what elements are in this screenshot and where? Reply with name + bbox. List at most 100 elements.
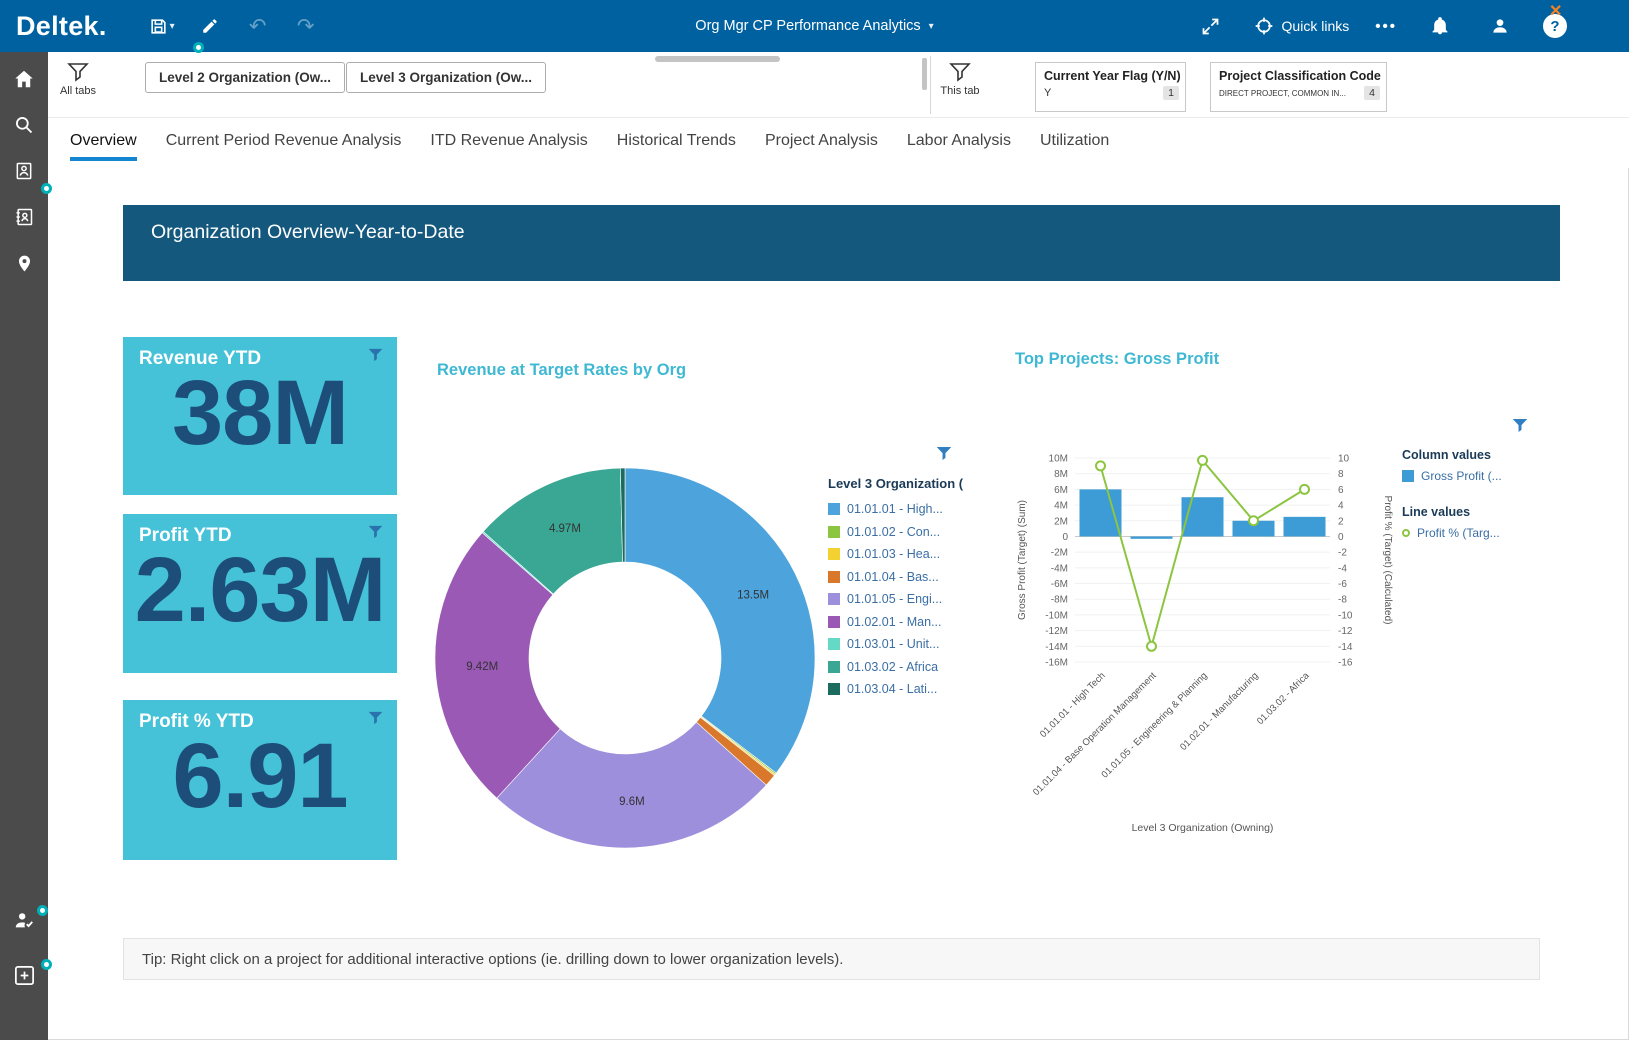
tab-historical-trends[interactable]: Historical Trends xyxy=(617,132,736,166)
y-left-tick: 0 xyxy=(1062,532,1068,543)
bar[interactable] xyxy=(1284,517,1326,537)
legend-item[interactable]: 01.01.03 - Hea... xyxy=(828,543,978,566)
redo-button[interactable]: ↷ xyxy=(289,8,323,44)
y-left-axis-title: Gross Profit (Target) (Sum) xyxy=(1017,500,1028,620)
tab-itd-revenue[interactable]: ITD Revenue Analysis xyxy=(430,132,587,166)
donut-segment[interactable] xyxy=(625,468,815,773)
y-left-tick: 6M xyxy=(1054,485,1068,496)
legend-swatch xyxy=(828,683,840,695)
y-right-tick: -8 xyxy=(1338,595,1347,606)
legend-label: 01.03.04 - Lati... xyxy=(847,682,937,696)
hint-dot[interactable] xyxy=(41,959,52,970)
filter-funnel-icon[interactable] xyxy=(368,348,383,362)
close-icon[interactable]: ✕ xyxy=(1549,1,1562,21)
kpi-profit-pct-ytd[interactable]: Profit % YTD 6.91 xyxy=(123,700,397,860)
kpi-value: 2.63M xyxy=(123,543,397,639)
undo-button[interactable]: ↶ xyxy=(241,8,275,44)
kpi-profit-ytd[interactable]: Profit YTD 2.63M xyxy=(123,514,397,673)
y-right-tick: -14 xyxy=(1338,642,1353,653)
legend-item[interactable]: 01.01.05 - Engi... xyxy=(828,588,978,611)
pencil-icon xyxy=(201,17,219,35)
y-right-tick: -12 xyxy=(1338,626,1353,637)
line-marker[interactable] xyxy=(1300,485,1309,494)
filter-project-classification[interactable]: Project Classification Code DIRECT PROJE… xyxy=(1210,62,1387,112)
hint-dot[interactable] xyxy=(37,905,48,916)
y-right-tick: 8 xyxy=(1338,469,1344,480)
line-marker[interactable] xyxy=(1249,516,1258,525)
legend-swatch xyxy=(828,503,840,515)
this-tab-filter[interactable]: This tab xyxy=(934,62,986,97)
tab-labor-analysis[interactable]: Labor Analysis xyxy=(907,132,1011,166)
filter-chip-level3-org[interactable]: Level 3 Organization (Ow... xyxy=(346,62,546,93)
legend-item-profit-pct[interactable]: Profit % (Targ... xyxy=(1402,526,1542,540)
expand-button[interactable] xyxy=(1194,8,1228,44)
filter-bar: All tabs Level 2 Organization (Ow... Lev… xyxy=(48,52,1629,118)
dashboard-title-menu[interactable]: Org Mgr CP Performance Analytics ▾ xyxy=(695,18,933,34)
tab-current-period-revenue[interactable]: Current Period Revenue Analysis xyxy=(166,132,402,166)
search-icon[interactable] xyxy=(0,102,48,148)
y-right-tick: 10 xyxy=(1338,454,1350,465)
line-marker[interactable] xyxy=(1198,456,1207,465)
section-banner: Organization Overview-Year-to-Date xyxy=(123,205,1560,281)
filter-funnel-icon[interactable] xyxy=(368,525,383,539)
bar[interactable] xyxy=(1080,489,1122,536)
y-left-tick: -2M xyxy=(1051,548,1068,559)
filter-current-year-flag[interactable]: Current Year Flag (Y/N) Y 1 xyxy=(1035,62,1186,112)
contacts-icon[interactable] xyxy=(0,194,48,240)
legend-item[interactable]: 01.02.01 - Man... xyxy=(828,611,978,634)
notifications-button[interactable] xyxy=(1423,8,1457,44)
more-options-button[interactable]: ••• xyxy=(1375,18,1397,35)
divider xyxy=(930,56,931,114)
funnel-icon xyxy=(949,62,971,82)
vertical-scrollbar[interactable] xyxy=(922,58,927,90)
combo-chart-title: Top Projects: Gross Profit xyxy=(1015,350,1219,369)
donut-chart[interactable]: 13.5M9.6M9.42M4.97M xyxy=(433,466,817,850)
hint-dot[interactable] xyxy=(193,42,204,53)
legend-label: 01.01.02 - Con... xyxy=(847,525,940,539)
legend-swatch xyxy=(828,571,840,583)
home-icon[interactable] xyxy=(0,56,48,102)
filter-chip-level2-org[interactable]: Level 2 Organization (Ow... xyxy=(145,62,345,93)
chevron-down-icon: ▾ xyxy=(170,21,175,32)
tab-project-analysis[interactable]: Project Analysis xyxy=(765,132,878,166)
hint-dot[interactable] xyxy=(41,183,52,194)
filter-funnel-icon[interactable] xyxy=(936,446,952,461)
filter-funnel-icon[interactable] xyxy=(1512,418,1528,433)
kpi-revenue-ytd[interactable]: Revenue YTD 38M xyxy=(123,337,397,495)
y-left-tick: 8M xyxy=(1054,469,1068,480)
legend-item[interactable]: 01.01.01 - High... xyxy=(828,498,978,521)
y-left-tick: -6M xyxy=(1051,579,1068,590)
donut-legend: Level 3 Organization ( 01.01.01 - High..… xyxy=(828,476,978,701)
profile-button[interactable] xyxy=(1483,8,1517,44)
this-tab-label: This tab xyxy=(940,85,979,97)
legend-label: 01.03.02 - Africa xyxy=(847,660,938,674)
filter-funnel-icon[interactable] xyxy=(368,711,383,725)
legend-item[interactable]: 01.03.01 - Unit... xyxy=(828,633,978,656)
legend-swatch xyxy=(828,526,840,538)
tab-utilization[interactable]: Utilization xyxy=(1040,132,1109,166)
line-marker[interactable] xyxy=(1147,642,1156,651)
horizontal-scrollbar[interactable] xyxy=(655,56,780,62)
y-right-tick: 4 xyxy=(1338,501,1344,512)
legend-item[interactable]: 01.01.02 - Con... xyxy=(828,521,978,544)
add-button[interactable] xyxy=(0,952,48,998)
all-tabs-label: All tabs xyxy=(60,85,96,97)
quick-links-button[interactable]: Quick links xyxy=(1254,16,1350,36)
bell-icon xyxy=(1430,16,1450,36)
save-icon xyxy=(149,17,168,36)
legend-item[interactable]: 01.03.02 - Africa xyxy=(828,656,978,679)
save-button[interactable]: ▾ xyxy=(145,8,179,44)
legend-item-gross-profit[interactable]: Gross Profit (... xyxy=(1402,469,1542,483)
filter-title: Current Year Flag (Y/N) xyxy=(1036,63,1185,86)
pin-icon[interactable] xyxy=(0,240,48,286)
edit-button[interactable] xyxy=(193,8,227,44)
combo-chart[interactable]: 10M108M86M64M42M200-2M-2-4M-4-6M-6-8M-8-… xyxy=(1003,440,1415,845)
tab-overview[interactable]: Overview xyxy=(70,132,137,166)
donut-label: 13.5M xyxy=(737,589,769,601)
legend-label: 01.01.04 - Bas... xyxy=(847,570,939,584)
all-tabs-filter[interactable]: All tabs xyxy=(52,62,104,97)
bar[interactable] xyxy=(1131,536,1173,538)
legend-item[interactable]: 01.03.04 - Lati... xyxy=(828,678,978,701)
line-marker[interactable] xyxy=(1096,461,1105,470)
legend-item[interactable]: 01.01.04 - Bas... xyxy=(828,566,978,589)
